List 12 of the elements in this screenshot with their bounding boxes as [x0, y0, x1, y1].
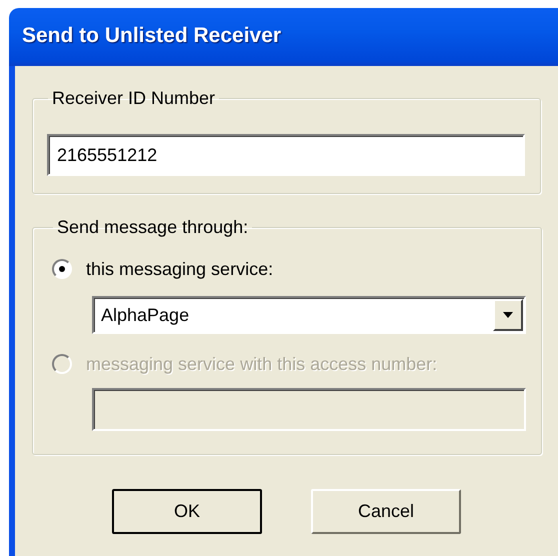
radio-button[interactable] [52, 259, 72, 279]
window-title: Send to Unlisted Receiver [22, 24, 282, 48]
radio-label: messaging service with this access number: [86, 354, 438, 374]
cancel-button[interactable]: Cancel [311, 489, 461, 534]
radio-label[interactable]: this messaging service: [86, 258, 274, 280]
group-label: Receiver ID Number [51, 88, 216, 108]
group-label: Send message through: [56, 217, 250, 237]
input-field[interactable]: 2165551212 [47, 134, 525, 176]
caret-icon [503, 312, 513, 318]
ok-button[interactable]: OK [112, 489, 262, 534]
dropdown[interactable]: AlphaPage [92, 296, 526, 334]
dropdown-button[interactable] [493, 299, 523, 331]
